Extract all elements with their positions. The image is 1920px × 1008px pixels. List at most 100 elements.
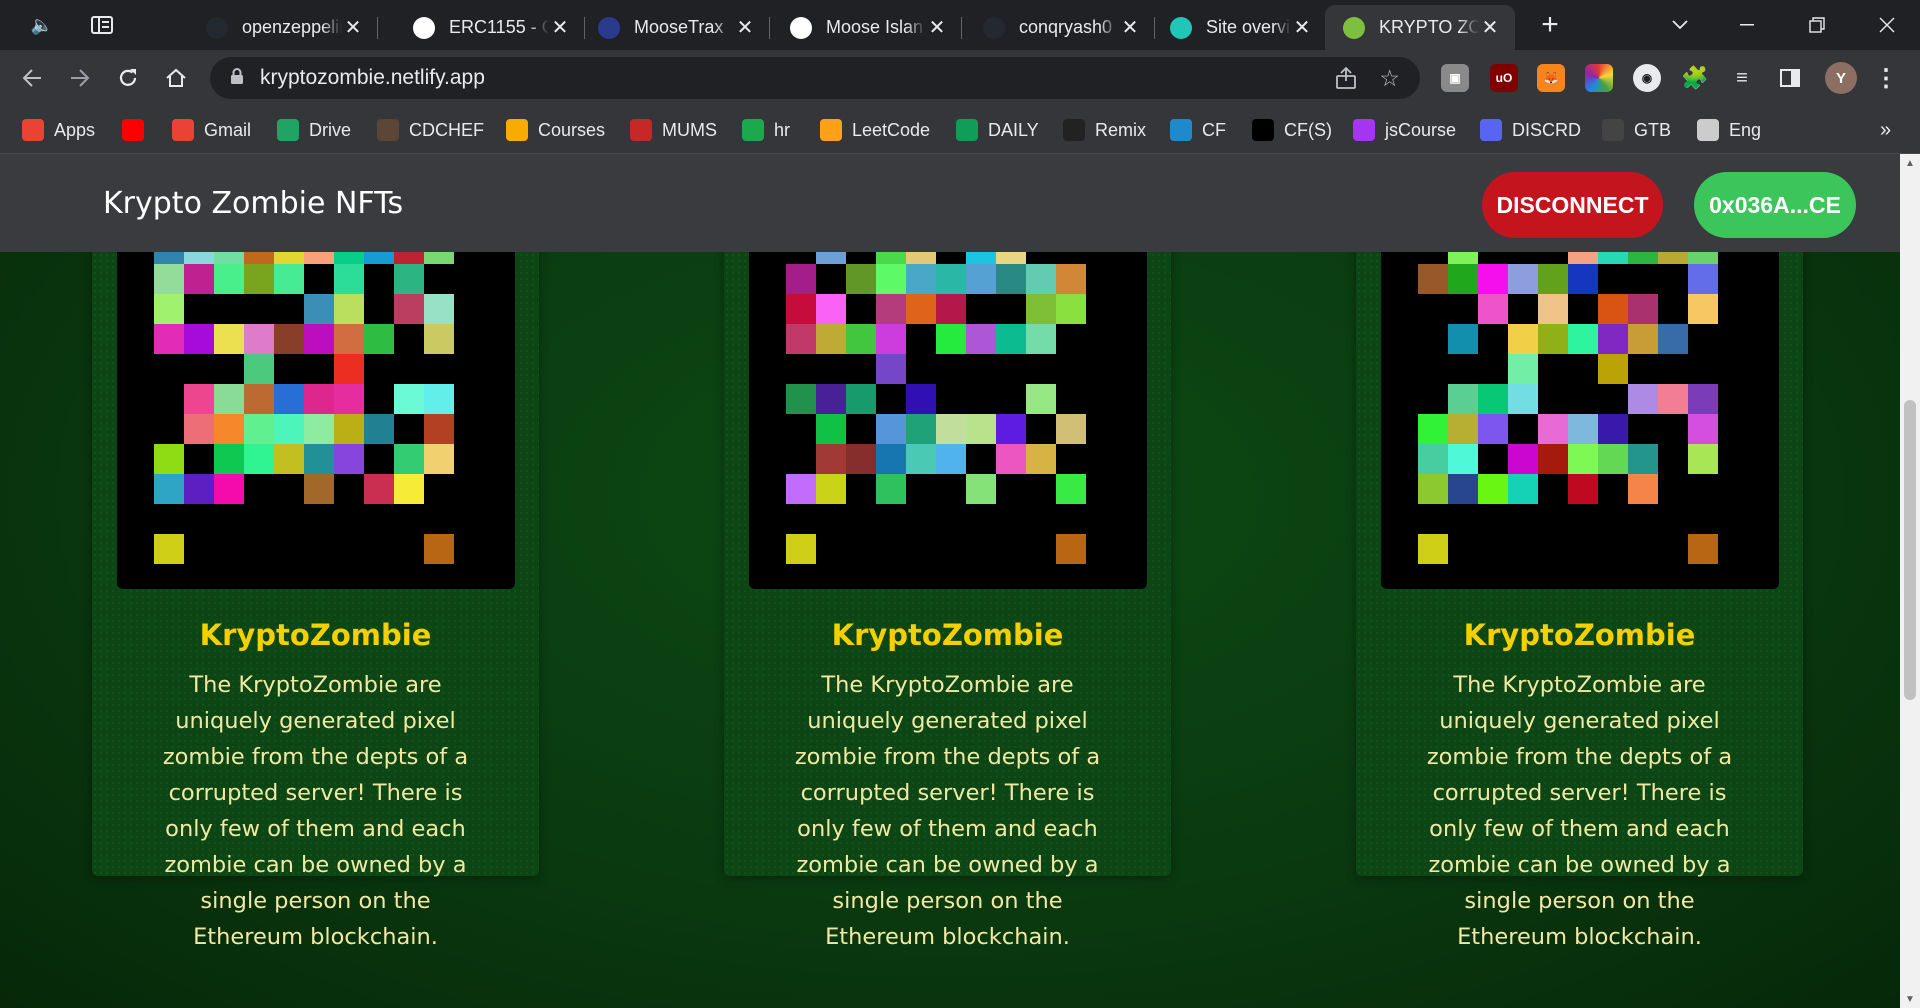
tab-close-icon[interactable]: ✕ (1479, 15, 1501, 40)
media-control-icon[interactable]: ≡ (1728, 64, 1756, 92)
zotero-z-icon (413, 16, 435, 39)
scrollbar-thumb[interactable] (1904, 400, 1916, 700)
gmail-icon (172, 119, 194, 141)
tab-close-icon[interactable]: ✕ (1119, 15, 1141, 40)
tab-title: openzeppelin (242, 17, 342, 37)
color-picker-icon[interactable] (1585, 64, 1613, 92)
ublock-origin-icon[interactable]: uO (1490, 64, 1518, 92)
bookmark-label: MUMS (662, 119, 717, 140)
bookmark-drive[interactable]: Drive (277, 116, 351, 144)
minimize-button[interactable] (1725, 0, 1769, 50)
tab-1[interactable]: openzeppelin ✕ (188, 5, 378, 50)
leetcode-icon (820, 119, 842, 141)
bookmark-apps[interactable]: Apps (22, 116, 95, 144)
a2-icon (1252, 119, 1274, 141)
back-button[interactable] (10, 56, 54, 100)
bookmark-youtube[interactable] (122, 116, 154, 144)
bookmark-label: DAILY (988, 119, 1039, 140)
home-button[interactable] (154, 56, 198, 100)
reload-button[interactable] (106, 56, 150, 100)
bookmark-eng[interactable]: Eng (1697, 116, 1761, 144)
extension-circle-icon[interactable]: ◉ (1633, 64, 1661, 92)
scroll-down-arrow[interactable]: ▼ (1900, 990, 1920, 1008)
nft-card[interactable]: KryptoZombie The KryptoZombie are uniquel… (92, 234, 539, 950)
scroll-up-arrow[interactable]: ▲ (1900, 154, 1920, 172)
bookmark-daily[interactable]: DAILY (956, 116, 1039, 144)
sheets-icon (956, 119, 978, 141)
bookmark-cf[interactable]: CF (1170, 116, 1226, 144)
share-icon[interactable] (1334, 66, 1358, 95)
extension-grey-icon[interactable]: ▣ (1441, 64, 1469, 92)
tab-title: KRYPTO ZO (1379, 17, 1479, 37)
bookmark-star-icon[interactable]: ☆ (1379, 65, 1400, 92)
tab-audio-icon[interactable]: 🔈 (20, 0, 64, 50)
bookmark-cdchef[interactable]: CDCHEF (377, 116, 484, 144)
disconnect-button[interactable]: DISCONNECT (1482, 172, 1663, 238)
tab-close-icon[interactable]: ✕ (1291, 15, 1313, 40)
forward-button[interactable] (58, 56, 102, 100)
bookmark-remix[interactable]: Remix (1063, 116, 1146, 144)
discord-icon (1480, 119, 1502, 141)
bookmarks-overflow-icon[interactable]: » (1880, 116, 1891, 144)
page-viewport: Krypto Zombie NFTs DISCONNECT 0x036A...C… (0, 154, 1900, 1008)
classroom-icon (506, 119, 528, 141)
codechef-icon (377, 119, 399, 141)
codeforces-icon (1170, 119, 1192, 141)
udemy-icon (1353, 119, 1375, 141)
restore-button[interactable] (1795, 0, 1839, 50)
tab-6[interactable]: Site overvie ✕ (1152, 5, 1327, 50)
lock-icon[interactable] (230, 67, 244, 90)
bookmark-hr[interactable]: hr (742, 116, 790, 144)
wallet-address-button[interactable]: 0x036A...CE (1694, 172, 1856, 238)
bookmark-leetcode[interactable]: LeetCode (820, 116, 930, 144)
tab-7[interactable]: KRYPTO ZO ✕ (1325, 5, 1515, 50)
tab-5[interactable]: conqryash0 ✕ (965, 5, 1155, 50)
tab-strip: 🔈 openzeppelin ✕ ERC1155 - O ✕ MooseTrax ✕ Moo… (0, 0, 1920, 50)
bookmark-label: Gmail (204, 119, 252, 140)
bookmark-label: CDCHEF (409, 119, 484, 140)
remix-icon (1063, 119, 1085, 141)
zombie-pixel-image (117, 234, 515, 589)
menu-kebab-icon[interactable]: ⋮ (1872, 64, 1900, 92)
youtube-icon (122, 119, 144, 141)
bookmark-gmail[interactable]: Gmail (172, 116, 251, 144)
tab-close-icon[interactable]: ✕ (342, 15, 364, 40)
tab-search-icon[interactable] (80, 0, 124, 50)
side-panel-icon[interactable] (1776, 64, 1804, 92)
page-scrollbar[interactable]: ▲ ▼ (1900, 154, 1920, 1008)
address-bar[interactable]: kryptozombie.netlify.app ☆ (210, 57, 1420, 99)
close-window-button[interactable] (1865, 0, 1909, 50)
bookmark-label: hr (774, 119, 791, 140)
site-navbar: Krypto Zombie NFTs DISCONNECT 0x036A...C… (0, 154, 1900, 252)
nft-card-title: KryptoZombie (199, 618, 432, 652)
tab-2[interactable]: ERC1155 - O ✕ (395, 5, 585, 50)
tab-close-icon[interactable]: ✕ (549, 15, 571, 40)
tab-close-icon[interactable]: ✕ (926, 15, 948, 40)
tab-close-icon[interactable]: ✕ (734, 15, 756, 40)
bookmark-discrd[interactable]: DISCRD (1480, 116, 1581, 144)
url-text[interactable]: kryptozombie.netlify.app (260, 66, 485, 90)
bookmark-label: DISCRD (1512, 119, 1582, 140)
bookmark-cf-s[interactable]: CF(S) (1252, 116, 1332, 144)
tab-title: Site overvie (1206, 17, 1291, 37)
zombie-icon (1343, 16, 1365, 39)
bookmark-mums[interactable]: MUMS (630, 116, 717, 144)
profile-avatar-icon[interactable]: Y (1825, 62, 1857, 94)
nft-card[interactable]: KryptoZombie The KryptoZombie are uniquel… (1356, 234, 1803, 950)
bookmark-courses[interactable]: Courses (506, 116, 605, 144)
nft-card[interactable]: KryptoZombie The KryptoZombie are uniquel… (724, 234, 1171, 950)
browser-chrome: 🔈 openzeppelin ✕ ERC1155 - O ✕ MooseTrax ✕ Moo… (0, 0, 1920, 154)
metamask-fox-icon[interactable]: 🦊 (1537, 64, 1565, 92)
new-tab-button[interactable]: + (1530, 0, 1570, 50)
bookmark-label: LeetCode (852, 119, 931, 140)
tab-3[interactable]: MooseTrax ✕ (580, 5, 770, 50)
bookmarks-bar: Apps Gmail Drive CDCHEF Courses MUMS hr LeetCod… (0, 106, 1920, 154)
tab-search-dropdown-icon[interactable] (1660, 0, 1700, 50)
bookmark-label: Courses (538, 119, 606, 140)
bookmark-gtb[interactable]: GTB (1602, 116, 1671, 144)
extensions-puzzle-icon[interactable]: 🧩 (1681, 64, 1709, 92)
bookmark-jscourse[interactable]: jsCourse (1353, 116, 1456, 144)
bookmark-label: Apps (54, 119, 96, 140)
site-brand[interactable]: Krypto Zombie NFTs (103, 186, 403, 221)
tab-4[interactable]: Moose Islan ✕ (772, 5, 962, 50)
